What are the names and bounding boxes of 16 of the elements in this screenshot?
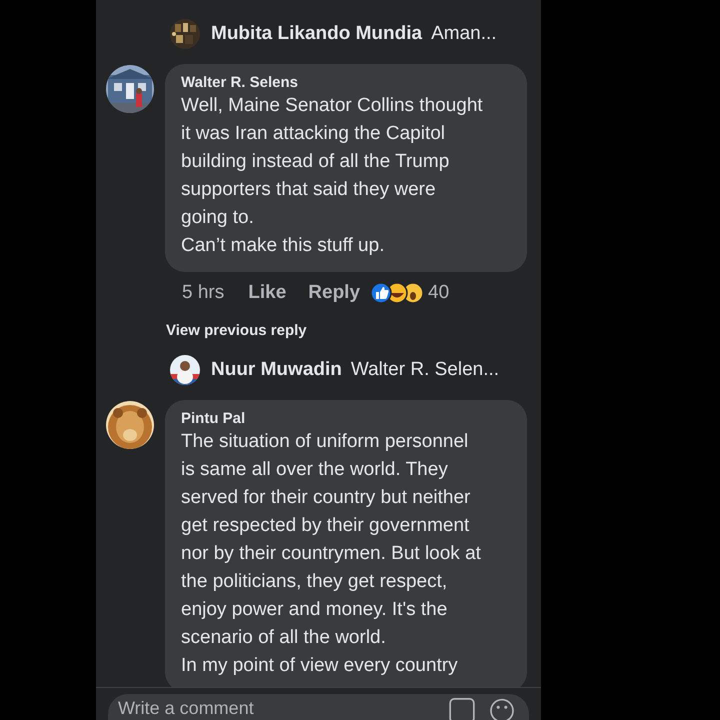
reaction-count: 40	[428, 282, 450, 304]
comment-action-link[interactable]: Reply	[308, 282, 360, 304]
reply-preview-text: Walter R. Selen...	[350, 359, 500, 381]
comment-text: The situation of uniform personnel is same all over the world. They served for their country but neither get respected by their government nor by their countrymen. But look at the politicians, they get respect, enjoy power and money. It's the scenario of all the world. In my point of view every country	[181, 430, 481, 678]
view-previous-reply-link[interactable]: View previous reply	[166, 322, 307, 339]
emoji-icon[interactable]	[487, 698, 517, 720]
comment-text: Well, Maine Senator Collins thought it was Iran attacking the Capitol building instead of all the Trump supporters that said they were going to. Can’t make this stuff up.	[181, 94, 483, 258]
reply-preview-text: Aman...	[431, 23, 497, 45]
comment-author[interactable]: Walter R. Selens	[181, 74, 298, 92]
reply-author[interactable]: Mubita Likando Mundia	[211, 23, 422, 45]
comment-input-field[interactable]: Write a comment	[108, 694, 529, 720]
comment-author[interactable]: Pintu Pal	[181, 410, 246, 428]
reply-author[interactable]: Nuur Muwadin	[211, 359, 342, 381]
comment-time: 5 hrs	[182, 282, 224, 304]
reaction-icons[interactable]	[370, 282, 424, 304]
comment-action-link[interactable]: Like	[248, 282, 286, 304]
